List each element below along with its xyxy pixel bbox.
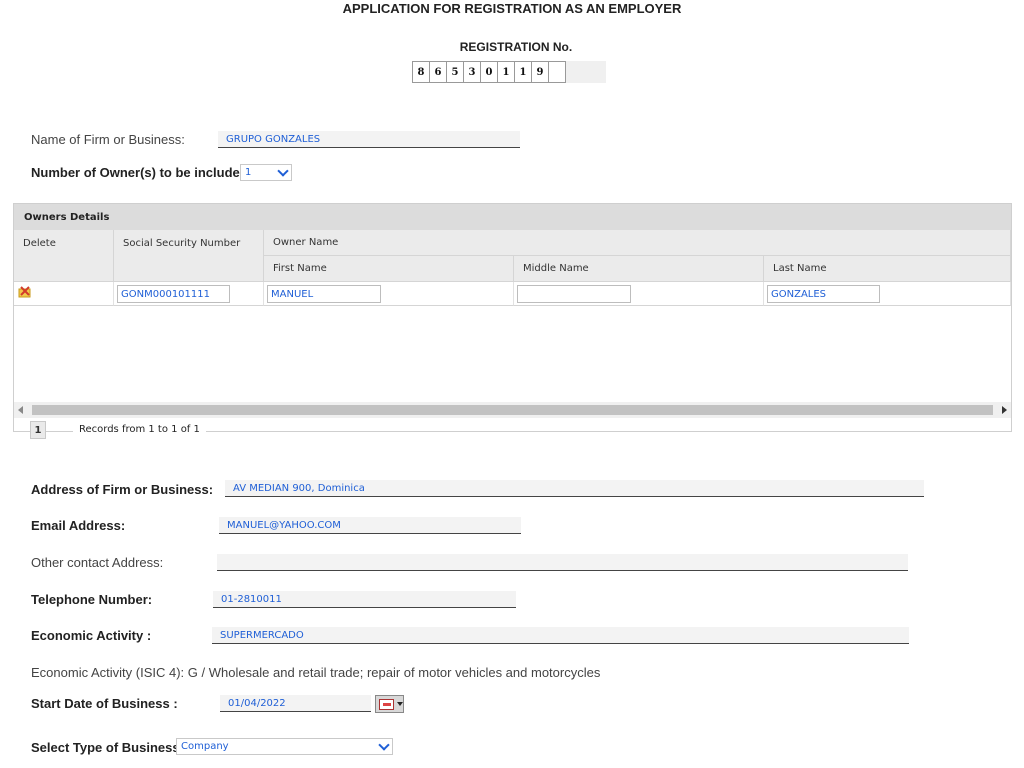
page-button[interactable]: 1	[30, 421, 46, 439]
ssn-input[interactable]: GONM000101111	[117, 285, 230, 303]
email-input[interactable]: MANUEL@YAHOO.COM	[219, 517, 521, 534]
registration-digit: 5	[446, 61, 464, 83]
economic-activity-input[interactable]: SUPERMERCADO	[212, 627, 909, 644]
firm-name-input[interactable]: GRUPO GONZALES	[218, 131, 520, 148]
business-type-value: Company	[181, 741, 229, 752]
owners-grid: Owners Details Delete Social Security Nu…	[13, 203, 1012, 432]
email-label: Email Address:	[31, 518, 126, 533]
grid-caption: Owners Details	[14, 204, 1011, 230]
economic-activity-label: Economic Activity :	[31, 628, 152, 643]
start-date-input[interactable]: 01/04/2022	[220, 695, 371, 712]
registration-digit: 1	[497, 61, 515, 83]
owners-count-label: Number of Owner(s) to be included:	[31, 165, 253, 180]
scroll-left-icon[interactable]	[18, 406, 23, 414]
page-title: APPLICATION FOR REGISTRATION AS AN EMPLO…	[342, 1, 682, 16]
header-last-name: Last Name	[764, 256, 1011, 282]
table-row-middle-cell	[514, 282, 764, 306]
other-contact-label: Other contact Address:	[31, 555, 164, 570]
first-name-input[interactable]: MANUEL	[267, 285, 381, 303]
registration-digit: 6	[429, 61, 447, 83]
grid-pager: 1 Records from 1 to 1 of 1	[13, 421, 1011, 439]
calendar-button[interactable]	[375, 695, 404, 713]
header-ssn: Social Security Number	[114, 230, 264, 282]
firm-name-label: Name of Firm or Business:	[31, 132, 185, 147]
registration-digit: 9	[531, 61, 549, 83]
registration-digit: 8	[412, 61, 430, 83]
registration-label: REGISTRATION No.	[459, 40, 573, 54]
chevron-down-icon	[397, 702, 403, 706]
registration-digit: 3	[463, 61, 481, 83]
registration-digit: 1	[514, 61, 532, 83]
table-row-last-cell: GONZALES	[764, 282, 1011, 306]
telephone-input[interactable]: 01-2810011	[213, 591, 516, 608]
chevron-down-icon	[277, 164, 289, 177]
table-row-delete-cell	[14, 282, 114, 306]
registration-number: 8 6 5 3 0 1 1 9	[412, 61, 606, 83]
other-contact-input[interactable]	[217, 554, 908, 571]
business-type-select[interactable]: Company	[176, 738, 393, 755]
header-owner-name: Owner Name	[264, 230, 1011, 256]
registration-digit	[548, 61, 566, 83]
owners-count-value: 1	[245, 167, 252, 178]
scroll-thumb[interactable]	[32, 405, 993, 415]
header-first-name: First Name	[264, 256, 514, 282]
owners-count-select[interactable]: 1	[240, 164, 292, 181]
registration-digit: 0	[480, 61, 498, 83]
calendar-icon	[379, 698, 394, 710]
delete-row-icon[interactable]	[17, 286, 33, 300]
business-type-label: Select Type of Business:	[31, 740, 184, 755]
table-row-first-cell: MANUEL	[264, 282, 514, 306]
header-middle-name: Middle Name	[514, 256, 764, 282]
scroll-right-icon[interactable]	[1002, 406, 1007, 414]
address-input[interactable]: AV MEDIAN 900, Dominica	[225, 480, 924, 497]
address-label: Address of Firm or Business:	[31, 482, 214, 497]
records-count: Records from 1 to 1 of 1	[73, 424, 206, 435]
isic-text: Economic Activity (ISIC 4): G / Wholesal…	[31, 665, 601, 680]
chevron-down-icon	[378, 738, 390, 751]
telephone-label: Telephone Number:	[31, 592, 153, 607]
last-name-input[interactable]: GONZALES	[767, 285, 880, 303]
registration-padding	[566, 61, 606, 83]
header-delete: Delete	[14, 230, 114, 282]
start-date-label: Start Date of Business :	[31, 696, 178, 711]
middle-name-input[interactable]	[517, 285, 631, 303]
table-row-ssn-cell: GONM000101111	[114, 282, 264, 306]
horizontal-scrollbar[interactable]	[14, 402, 1011, 418]
